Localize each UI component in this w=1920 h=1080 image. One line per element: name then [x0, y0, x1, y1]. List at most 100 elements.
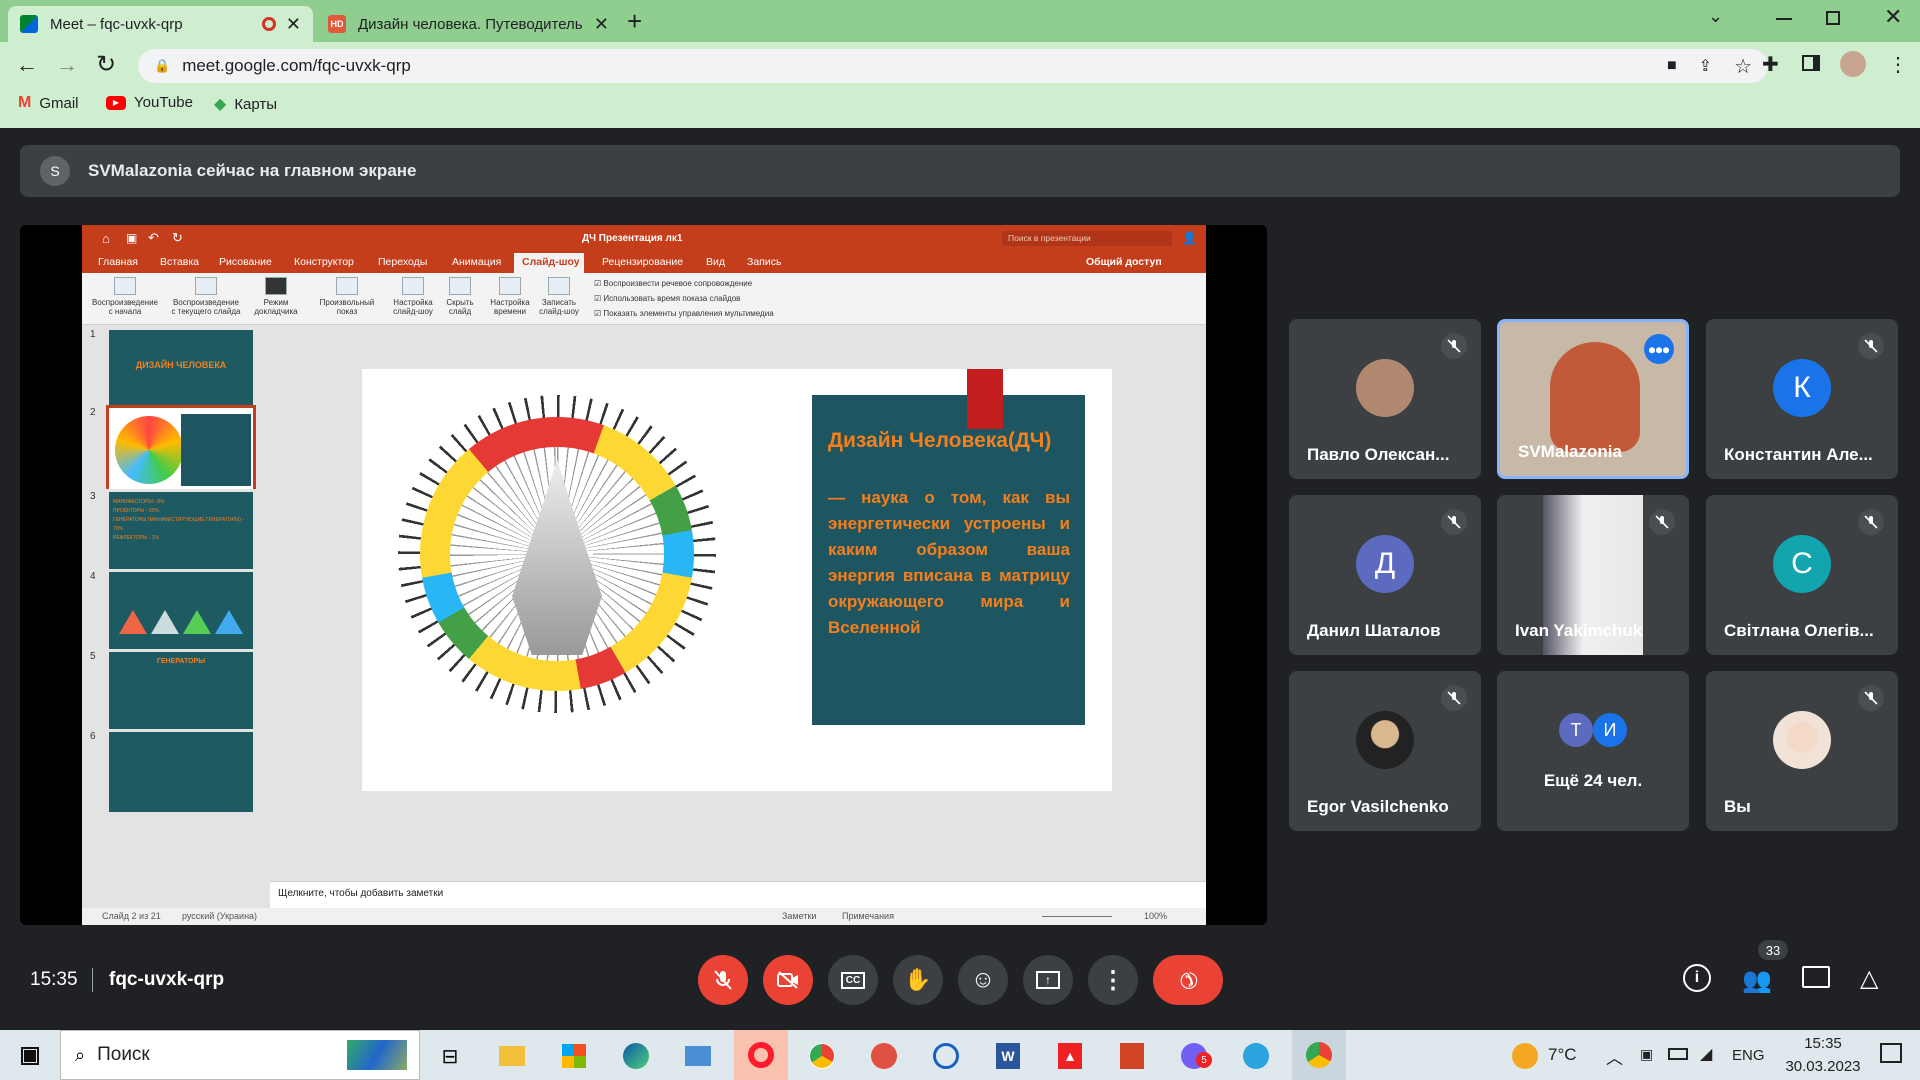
slide-thumbnail-4	[106, 569, 256, 655]
viber-badge: 5	[1196, 1052, 1212, 1068]
clock-date[interactable]: 30.03.2023	[1780, 1058, 1866, 1075]
people-icon[interactable]: 👥	[1742, 966, 1772, 995]
avatar	[1356, 711, 1414, 769]
mic-toggle-button[interactable]	[698, 955, 748, 1005]
powerpoint-window: ⌂ ▣ ↶ ↻ ДЧ Презентация лк1 Поиск в презе…	[82, 225, 1206, 925]
pc-icon[interactable]	[680, 1038, 716, 1074]
app-icon[interactable]	[866, 1038, 902, 1074]
slide-body: — наука о том, как вы энергетически устр…	[828, 488, 1070, 637]
present-button[interactable]: ↑	[1023, 955, 1073, 1005]
participants-count-badge: 33	[1758, 940, 1788, 960]
side-panel-icon[interactable]	[1802, 55, 1820, 71]
address-bar[interactable]: 🔒 meet.google.com/fqc-uvxk-qrp ■ ⇪ ☆	[138, 49, 1768, 83]
reactions-button[interactable]: ☺	[958, 955, 1008, 1005]
back-button[interactable]: ←	[16, 52, 38, 78]
word-icon[interactable]: W	[990, 1038, 1026, 1074]
participant-tile[interactable]: Д Данил Шаталов	[1289, 495, 1481, 655]
close-tab-icon[interactable]: ✕	[286, 14, 301, 35]
camera-icon[interactable]: ■	[1667, 57, 1677, 75]
present-icon: ↑	[1036, 971, 1060, 989]
telegram-icon[interactable]	[1238, 1038, 1274, 1074]
ccleaner-icon[interactable]	[928, 1038, 964, 1074]
bookmark-star-icon[interactable]: ☆	[1734, 54, 1752, 79]
participant-tile-active-speaker[interactable]: ⦁⦁⦁ SVMalazonia	[1497, 319, 1689, 479]
store-icon[interactable]	[556, 1038, 592, 1074]
participant-tile[interactable]: Павло Олексан...	[1289, 319, 1481, 479]
chrome-icon[interactable]	[804, 1038, 840, 1074]
opera-icon[interactable]	[734, 1030, 788, 1080]
search-placeholder: Поиск	[97, 1044, 150, 1065]
minimize-button[interactable]	[1776, 18, 1792, 20]
presenter-avatar: S	[40, 156, 70, 186]
extensions-icon[interactable]: ✚	[1762, 52, 1779, 77]
taskbar-search-box[interactable]: ⌕ Поиск	[60, 1030, 420, 1080]
maximize-button[interactable]	[1826, 11, 1840, 25]
mic-off-icon	[1858, 509, 1884, 535]
close-tab-icon[interactable]: ✕	[594, 14, 609, 35]
avatar	[1773, 711, 1831, 769]
participant-tile[interactable]: Egor Vasilchenko	[1289, 671, 1481, 831]
more-participants-tile[interactable]: Т И Ещё 24 чел.	[1497, 671, 1689, 831]
powerpoint-icon[interactable]	[1114, 1038, 1150, 1074]
redo-icon: ↻	[172, 230, 183, 245]
participant-tile[interactable]: С Світлана Олегів...	[1706, 495, 1898, 655]
new-tab-button[interactable]: +	[627, 6, 642, 37]
ppt-search-box: Поиск в презентации	[1002, 231, 1172, 246]
tab-human-design[interactable]: HD Дизайн человека. Путеводитель ✕	[316, 6, 621, 42]
chat-icon[interactable]	[1802, 966, 1830, 988]
weather-sun-icon[interactable]	[1512, 1043, 1538, 1069]
battery-icon[interactable]	[1668, 1048, 1688, 1060]
reload-button[interactable]: ↻	[96, 50, 116, 79]
tab-meet[interactable]: Meet – fqc-uvxk-qrp ✕	[8, 6, 313, 42]
participant-tile[interactable]: К Константин Але...	[1706, 319, 1898, 479]
avatar: С	[1773, 535, 1831, 593]
bookmark-gmail[interactable]: M Gmail	[18, 94, 79, 112]
tray-chevron-icon[interactable]: ︿	[1606, 1044, 1623, 1069]
bookmark-youtube[interactable]: ▶ YouTube	[106, 94, 193, 111]
slide-thumbnails: 1 ДИЗАЙН ЧЕЛОВЕКА 2 3 МАНИФЕСТОРЫ - 8% ПР…	[82, 325, 270, 908]
wifi-icon[interactable]: ◢	[1700, 1044, 1712, 1064]
ribbon-checkboxes: ☑ Воспроизвести речевое сопровождение ☑ …	[594, 276, 774, 321]
checkbox-row: ☑ Показать элементы управления мультимед…	[594, 309, 774, 318]
save-icon: ▣	[126, 231, 138, 245]
ppt-ribbon: Воспроизведение с начала Воспроизведение с…	[82, 273, 1206, 325]
tab-title: Meet – fqc-uvxk-qrp	[50, 15, 183, 33]
more-options-button[interactable]: ⋮	[1088, 955, 1138, 1005]
clock-time[interactable]: 15:35	[1788, 1035, 1858, 1052]
camera-toggle-button[interactable]	[763, 955, 813, 1005]
participant-tile[interactable]: Ivan Yakimchuk	[1497, 495, 1689, 655]
notifications-icon[interactable]	[1880, 1043, 1902, 1063]
avatar	[1356, 359, 1414, 417]
task-view-icon[interactable]: ⊟	[432, 1038, 468, 1074]
thumb-number: 5	[90, 651, 96, 662]
profile-avatar[interactable]	[1840, 51, 1866, 77]
edge-icon[interactable]	[618, 1038, 654, 1074]
language-indicator[interactable]: ENG	[1732, 1047, 1765, 1064]
ribbon-button: Записать слайд-шоу	[534, 277, 584, 316]
file-explorer-icon[interactable]	[494, 1038, 530, 1074]
menu-dots-icon[interactable]: ⋮	[1888, 52, 1908, 77]
windows-start-icon[interactable]	[12, 1038, 48, 1074]
tab-search-icon[interactable]: ⌄	[1708, 6, 1723, 27]
thumb-number: 3	[90, 491, 96, 502]
ribbon-button: Воспроизведение с начала	[88, 277, 162, 316]
weather-temp[interactable]: 7°C	[1548, 1045, 1577, 1065]
self-tile[interactable]: Вы	[1706, 671, 1898, 831]
chrome-active-icon[interactable]	[1292, 1030, 1346, 1080]
forward-button[interactable]: →	[56, 52, 78, 78]
info-icon[interactable]: i	[1683, 964, 1711, 992]
leave-call-button[interactable]: ✆	[1153, 955, 1223, 1005]
bookmark-maps[interactable]: ◆ Карты	[214, 94, 277, 114]
presentation-stage[interactable]: ⌂ ▣ ↶ ↻ ДЧ Презентация лк1 Поиск в презе…	[20, 225, 1267, 925]
emoji-icon: ☺	[970, 966, 996, 993]
avatar: К	[1773, 359, 1831, 417]
raise-hand-button[interactable]: ✋	[893, 955, 943, 1005]
slide-thumbnail-3: МАНИФЕСТОРЫ - 8% ПРОЕКТОРЫ - 20% ГЕНЕРАТОР…	[106, 489, 256, 575]
tray-camera-icon[interactable]: ▣	[1640, 1046, 1653, 1063]
captions-button[interactable]: CC	[828, 955, 878, 1005]
close-window-button[interactable]: ✕	[1884, 4, 1902, 30]
acrobat-icon[interactable]: ▲	[1052, 1038, 1088, 1074]
activities-icon[interactable]: △	[1860, 964, 1878, 993]
share-icon[interactable]: ⇪	[1699, 56, 1712, 76]
checkbox-row: ☑ Воспроизвести речевое сопровождение	[594, 279, 753, 288]
